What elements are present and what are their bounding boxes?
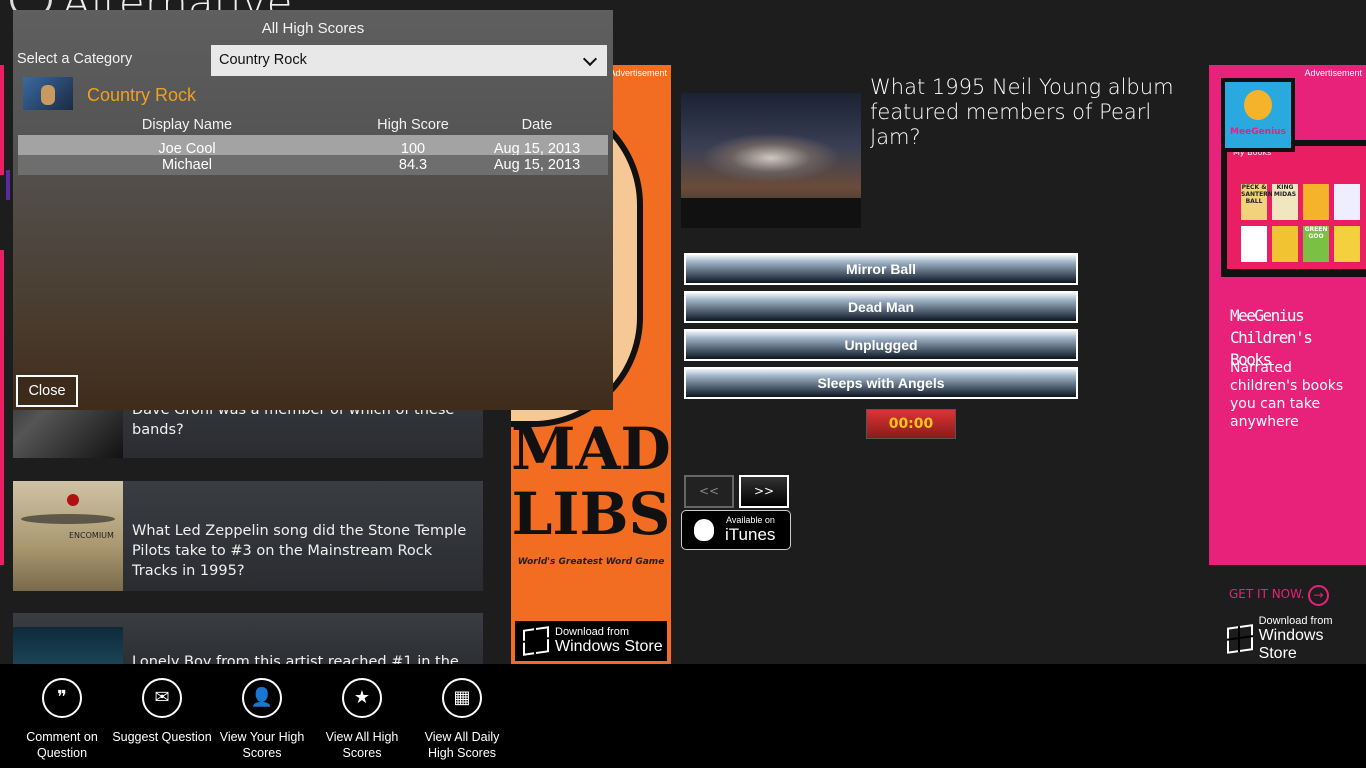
category-label: Select a Category: [17, 51, 133, 67]
meegenius-ad[interactable]: Advertisement My Books PECK & SANTERN BA…: [1209, 65, 1366, 565]
book-cover: PECK & SANTERN BALL: [1241, 184, 1273, 220]
high-scores-dialog: All High Scores Select a Category Countr…: [13, 10, 613, 410]
close-button[interactable]: Close: [16, 375, 78, 407]
get-it-now-link[interactable]: GET IT NOW.: [1229, 587, 1304, 601]
cell-score: 100: [400, 141, 426, 155]
edge-accent: [0, 65, 4, 175]
next-button[interactable]: >>: [739, 475, 789, 508]
logo-text: MeeGenius: [1230, 127, 1286, 137]
app-bar-label: View All Daily High Scores: [424, 730, 500, 760]
book-cover: [1334, 226, 1360, 262]
cell-date: Aug 15, 2013: [493, 141, 581, 155]
edge-accent: [0, 250, 4, 565]
store-line1: Download from: [555, 626, 629, 638]
column-header-name: Display Name: [141, 117, 233, 133]
table-row[interactable]: Joe Cool 100 Aug 15, 2013: [18, 135, 608, 155]
book-cover: [1272, 226, 1298, 262]
windows-logo-icon: [523, 626, 549, 656]
star-icon: ★: [342, 678, 382, 718]
owl-icon: [1244, 90, 1272, 120]
cell-name: Joe Cool: [158, 141, 216, 155]
ad-label: Advertisement: [609, 68, 667, 78]
view-all-high-scores-button[interactable]: ★ View All High Scores: [312, 678, 412, 761]
app-bar-label: Suggest Question: [112, 730, 212, 744]
category-heading: Country Rock: [87, 85, 197, 105]
app-bar: ❞ Comment on Question ✉ Suggest Question…: [0, 664, 1366, 768]
timer: 00:00: [866, 409, 956, 439]
view-your-high-scores-button[interactable]: 👤 View Your High Scores: [212, 678, 312, 761]
column-header-score: High Score: [377, 117, 449, 133]
book-cover: GREEN GOO: [1303, 226, 1329, 262]
category-select-value: Country Rock: [219, 52, 307, 68]
book-cover: [1241, 226, 1267, 262]
store-line2: Windows Store: [555, 638, 663, 655]
app-bar-label: View All High Scores: [325, 730, 399, 760]
windows-store-badge[interactable]: Download from Windows Store: [1219, 615, 1364, 662]
app-bar-label: Comment on Question: [26, 730, 98, 760]
answer-button[interactable]: Dead Man: [684, 291, 1078, 323]
book-cover: [1303, 184, 1329, 220]
ad-description: Narrated children's books you can take a…: [1230, 360, 1344, 430]
ad-label: Advertisement: [1304, 68, 1362, 78]
itunes-line2: iTunes: [725, 525, 776, 544]
question-tile[interactable]: ENCOMIUM What Led Zeppelin song did the …: [13, 481, 483, 591]
book-cover: [1334, 184, 1360, 220]
arrow-right-icon[interactable]: →: [1308, 585, 1329, 606]
calendar-icon: ▦: [442, 678, 482, 718]
cell-date: Aug 15, 2013: [493, 157, 581, 173]
previous-button[interactable]: <<: [684, 475, 734, 508]
apple-icon: [694, 519, 714, 541]
itunes-badge[interactable]: Available on iTunes: [681, 510, 791, 550]
windows-logo-icon: [1227, 624, 1253, 654]
itunes-line1: Available on: [726, 515, 775, 525]
edge-accent: [6, 170, 10, 200]
tile-text: What Led Zeppelin song did the Stone Tem…: [132, 523, 467, 579]
view-all-daily-high-scores-button[interactable]: ▦ View All Daily High Scores: [412, 678, 512, 761]
table-row[interactable]: Michael 84.3 Aug 15, 2013: [18, 155, 608, 175]
chevron-down-icon: [582, 51, 598, 67]
answer-button[interactable]: Sleeps with Angels: [684, 367, 1078, 399]
tile-thumbnail-text: ENCOMIUM: [69, 531, 114, 540]
answer-button[interactable]: Unplugged: [684, 329, 1078, 361]
suggest-question-button[interactable]: ✉ Suggest Question: [112, 678, 212, 745]
store-line1: Download from: [1258, 615, 1333, 627]
meegenius-logo: MeeGenius: [1221, 78, 1295, 152]
dialog-title: All High Scores: [261, 20, 365, 37]
cell-name: Michael: [162, 157, 212, 173]
app-bar-label: View Your High Scores: [219, 730, 305, 760]
comment-button[interactable]: ❞ Comment on Question: [12, 678, 112, 761]
user-scores-icon: 👤: [242, 678, 282, 718]
madlibs-tagline: World's Greatest Word Game: [517, 557, 665, 567]
question-text: What 1995 Neil Young album featured memb…: [870, 75, 1174, 149]
answer-button[interactable]: Mirror Ball: [684, 253, 1078, 285]
madlibs-title: LIBS: [511, 480, 671, 548]
column-header-date: Date: [521, 117, 553, 133]
tile-thumbnail: ENCOMIUM: [13, 481, 123, 591]
windows-store-badge[interactable]: Download from Windows Store: [515, 621, 667, 661]
app-screenshot: My Books PECK & SANTERN BALL KING MIDAS …: [1221, 140, 1366, 277]
book-cover: KING MIDAS: [1272, 184, 1298, 220]
question-photo: [681, 93, 861, 228]
store-line2: Windows Store: [1258, 627, 1324, 662]
comment-icon: ❞: [42, 678, 82, 718]
madlibs-title: MAD: [511, 415, 671, 483]
suggest-icon: ✉: [142, 678, 182, 718]
cell-score: 84.3: [398, 157, 428, 173]
category-select[interactable]: Country Rock: [211, 45, 607, 76]
category-image: [23, 77, 73, 110]
